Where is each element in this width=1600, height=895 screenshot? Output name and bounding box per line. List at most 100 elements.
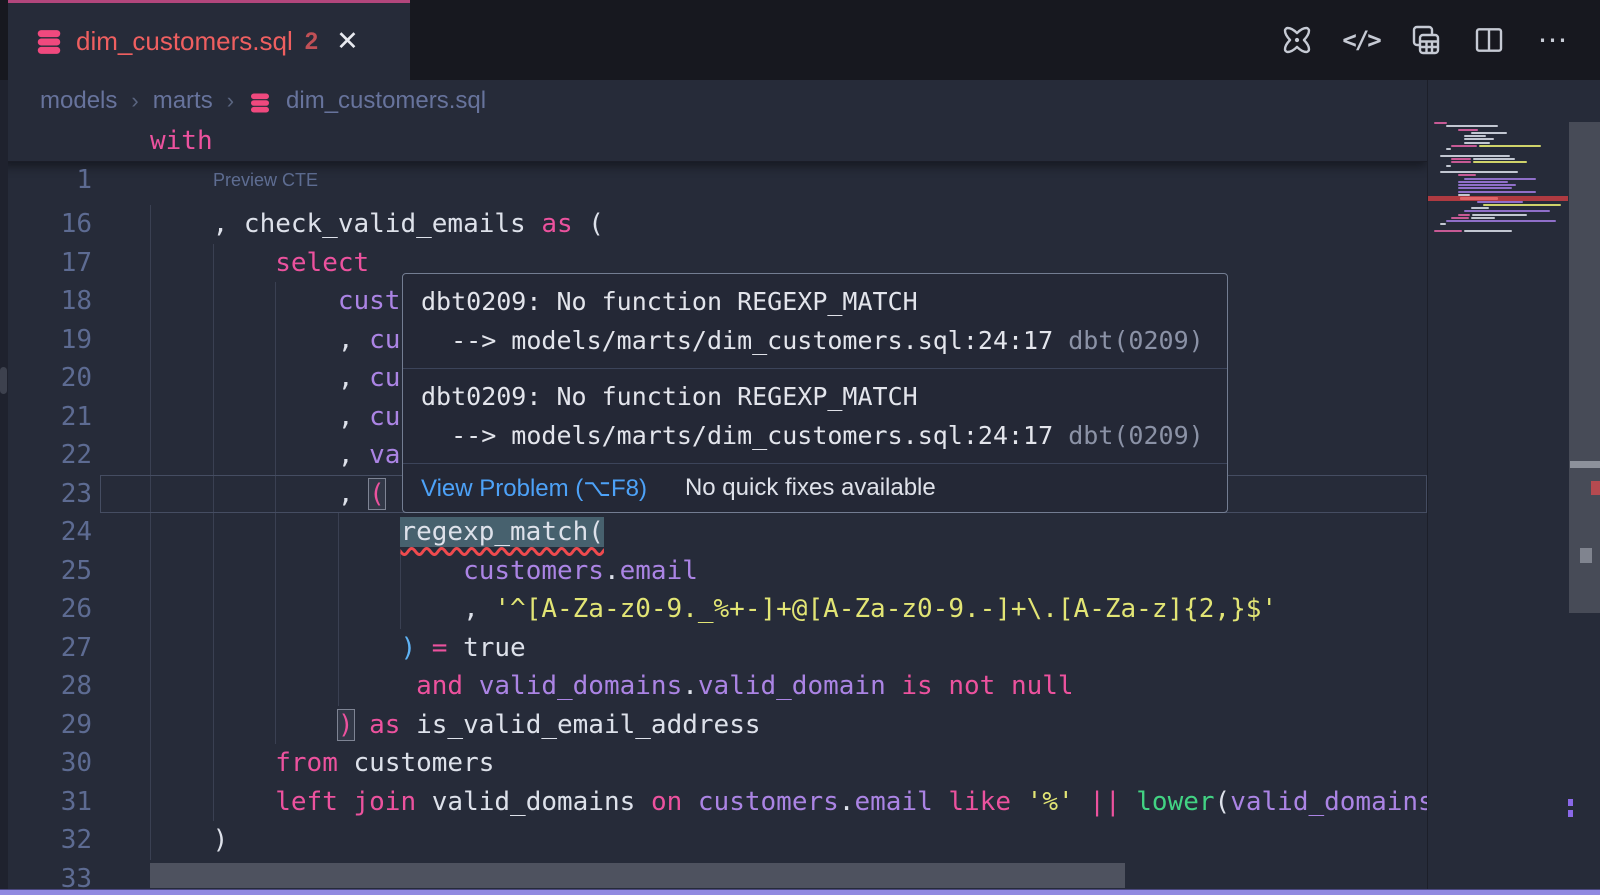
problem-source: dbt(0209) [1068, 326, 1203, 355]
line-number[interactable]: 20 [0, 359, 92, 398]
problem-location: --> models/marts/dim_customers.sql:24:17… [421, 416, 1209, 455]
minimap-code-line [1464, 230, 1512, 232]
horizontal-scrollbar-thumb[interactable] [150, 863, 1125, 888]
code-line[interactable]: ) [150, 821, 228, 860]
code-line[interactable]: ) as is_valid_email_address [150, 706, 761, 745]
line-number[interactable]: 27 [0, 629, 92, 668]
tab-bar: dim_customers.sql 2 ✕ </> [0, 0, 1600, 80]
chevron-right-icon: › [131, 88, 138, 114]
tab-dim-customers-sql[interactable]: dim_customers.sql 2 ✕ [8, 0, 410, 80]
dbt-icon[interactable] [1278, 21, 1316, 59]
minimap-code-line [1434, 230, 1462, 232]
minimap-code-line [1458, 187, 1512, 189]
minimap-code-line [1471, 217, 1495, 219]
code-line[interactable]: customers.email [150, 552, 698, 591]
code-preview-icon[interactable]: </> [1342, 21, 1380, 59]
no-quick-fixes-label: No quick fixes available [685, 474, 936, 502]
split-editor-icon[interactable] [1470, 21, 1508, 59]
line-number[interactable]: 25 [0, 552, 92, 591]
line-number[interactable]: 24 [0, 513, 92, 552]
vertical-scrollbar[interactable] [1568, 80, 1600, 895]
minimap-code-line [1479, 145, 1541, 147]
line-number[interactable]: 21 [0, 398, 92, 437]
minimap-code-line [1464, 142, 1490, 144]
line-number[interactable]: 22 [0, 436, 92, 475]
breadcrumb-item-marts[interactable]: marts [153, 87, 213, 115]
minimap-code-line [1458, 194, 1470, 196]
minimap-error-text [1460, 197, 1498, 200]
code-line[interactable]: and valid_domains.valid_domain is not nu… [150, 667, 1074, 706]
sash-handle[interactable] [0, 367, 7, 394]
left-edge-sash [0, 80, 8, 895]
database-icon [34, 27, 64, 57]
overview-ruler-marker [1568, 799, 1573, 806]
line-number[interactable]: 19 [0, 321, 92, 360]
minimap-code-line [1451, 158, 1471, 160]
code-line[interactable]: from customers [150, 744, 494, 783]
database-icon [248, 87, 272, 115]
code-line[interactable]: ) = true [150, 629, 526, 668]
tab-filename: dim_customers.sql [76, 26, 293, 57]
minimap-code-line [1464, 138, 1494, 140]
minimap-code-line [1434, 122, 1447, 124]
minimap-code-line [1446, 220, 1556, 222]
minimap-code-line [1451, 145, 1477, 147]
problem-location: --> models/marts/dim_customers.sql:24:17… [421, 321, 1209, 360]
minimap-code-line [1440, 171, 1518, 173]
breadcrumb-item-models[interactable]: models [40, 87, 117, 115]
minimap-code-line [1458, 174, 1476, 176]
scrollbar-thumb[interactable] [1569, 122, 1600, 613]
line-number[interactable]: 23 [0, 475, 92, 514]
minimap-code-line [1440, 155, 1510, 157]
code-line[interactable]: left join valid_domains on customers.ema… [150, 783, 1427, 822]
tab-problems-badge: 2 [305, 28, 318, 56]
minimap-code-line [1446, 148, 1451, 150]
minimap[interactable] [1427, 80, 1568, 895]
minimap-code-line [1477, 201, 1523, 203]
minimap-code-line [1440, 223, 1446, 225]
codelens-preview-cte[interactable]: Preview CTE [213, 170, 318, 191]
minimap-error-line [1428, 196, 1569, 201]
minimap-code-line [1473, 161, 1527, 163]
line-number[interactable]: 26 [0, 590, 92, 629]
minimap-code-line [1458, 181, 1508, 183]
minimap-code-line [1451, 217, 1469, 219]
sticky-scroll-line[interactable]: 1 with [0, 122, 1427, 162]
minimap-code-line [1458, 191, 1536, 193]
code-line[interactable]: select [150, 244, 369, 283]
minimap-code-line [1464, 178, 1536, 180]
editor-actions: </> ⋯ [1278, 0, 1572, 80]
sticky-code: with [150, 122, 213, 161]
query-results-icon[interactable] [1406, 21, 1444, 59]
line-number[interactable]: 29 [0, 706, 92, 745]
line-number: 1 [0, 161, 92, 200]
minimap-code-line [1464, 210, 1550, 212]
line-number[interactable]: 28 [0, 667, 92, 706]
line-number[interactable]: 32 [0, 821, 92, 860]
problem-title: dbt0209: No function REGEXP_MATCH [421, 282, 1209, 321]
window-bottom-border [0, 889, 1600, 895]
view-problem-link[interactable]: View Problem (⌥F8) [421, 474, 647, 503]
code-line[interactable]: , check_valid_emails as ( [150, 205, 604, 244]
minimap-code-line [1472, 214, 1527, 216]
tooltip-actions: View Problem (⌥F8) No quick fixes availa… [403, 464, 1227, 512]
breadcrumb-item-file[interactable]: dim_customers.sql [286, 87, 486, 115]
line-number[interactable]: 30 [0, 744, 92, 783]
code-line[interactable]: regexp_match( [150, 513, 604, 552]
minimap-code-line [1473, 158, 1515, 160]
close-icon[interactable]: ✕ [336, 26, 359, 57]
code-line[interactable]: , ( [150, 475, 385, 514]
line-number[interactable]: 31 [0, 783, 92, 822]
minimap-code-line [1471, 132, 1507, 134]
overview-ruler-marker [1580, 548, 1592, 563]
code-line[interactable]: , '^[A-Za-z0-9._%+-]+@[A-Za-z0-9.-]+\.[A… [150, 590, 1277, 629]
line-number[interactable]: 18 [0, 282, 92, 321]
overview-ruler-marker [1568, 810, 1573, 817]
minimap-code-line [1451, 161, 1471, 163]
problem-message: dbt0209: No function REGEXP_MATCH --> mo… [403, 369, 1227, 464]
minimap-code-line [1471, 207, 1489, 209]
more-actions-icon[interactable]: ⋯ [1534, 21, 1572, 59]
minimap-code-line [1446, 125, 1498, 127]
breadcrumb: models › marts › dim_customers.sql [40, 80, 486, 122]
problem-source: dbt(0209) [1068, 421, 1203, 450]
